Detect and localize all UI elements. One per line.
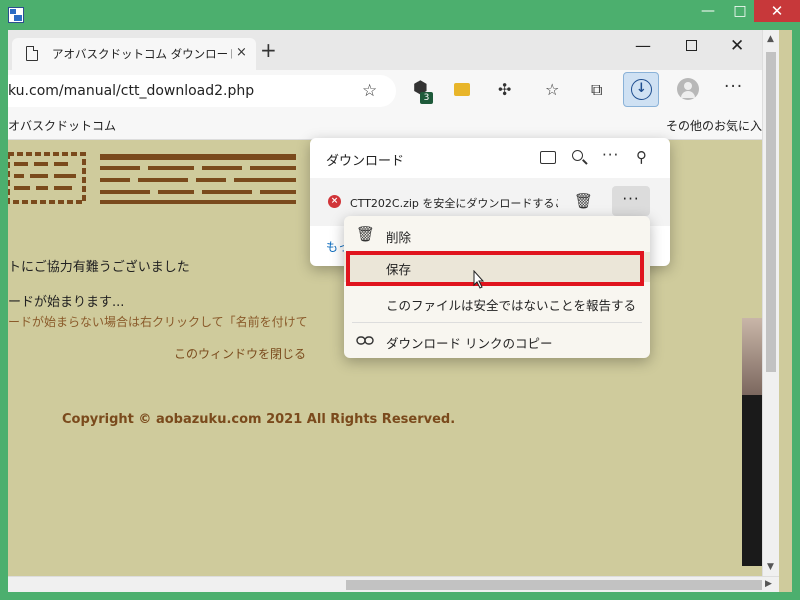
- copyright-text: Copyright © aobazuku.com 2021 All Rights…: [62, 412, 456, 427]
- open-folder-icon[interactable]: [540, 151, 556, 164]
- close-window-link[interactable]: このウィンドウを閉じる: [174, 345, 306, 362]
- download-context-menu: 🗑 削除 保存 このファイルは安全ではないことを報告する ダウンロード リンクの…: [344, 216, 650, 358]
- error-icon: ×: [328, 195, 341, 208]
- profile-avatar-icon[interactable]: [677, 78, 699, 100]
- menu-item-copy-link[interactable]: ダウンロード リンクのコピー: [344, 326, 650, 356]
- horizontal-scroll-thumb[interactable]: [346, 580, 762, 590]
- menu-item-report-unsafe[interactable]: このファイルは安全ではないことを報告する: [344, 288, 650, 318]
- downloads-title: ダウンロード: [326, 154, 405, 169]
- download-button[interactable]: ↓: [623, 72, 659, 107]
- menu-item-delete[interactable]: 🗑 削除: [344, 220, 650, 250]
- url-text[interactable]: ku.com/manual/ctt_download2.php: [8, 83, 254, 99]
- window-close-button[interactable]: ✕: [754, 0, 800, 22]
- thanks-message: トにご協力有難うございました: [8, 260, 190, 275]
- browser-close-button[interactable]: ✕: [730, 36, 744, 56]
- browser-maximize-button[interactable]: [686, 40, 697, 51]
- mouse-cursor-icon: [473, 270, 485, 289]
- toolbar: ku.com/manual/ctt_download2.php ☆ ⬢ 3 ✣ …: [8, 70, 762, 110]
- pin-icon[interactable]: ⚲: [636, 148, 647, 166]
- tab-strip: アオバスクドットコム ダウンロード有難 × + — ✕: [8, 30, 762, 70]
- search-icon[interactable]: [572, 150, 583, 161]
- download-item-more-button[interactable]: ···: [612, 186, 650, 216]
- delete-icon[interactable]: 🗑: [574, 192, 593, 210]
- tab-title: アオバスクドットコム ダウンロード有難: [52, 47, 232, 61]
- download-file-text: CTT202C.zip を安全にダウンロードすることは: [350, 197, 558, 210]
- downloads-more-button[interactable]: ···: [602, 146, 619, 164]
- browser-frame: アオバスクドットコム ダウンロード有難 × + — ✕ ku.com/manua…: [8, 30, 792, 592]
- page-icon: [26, 46, 38, 61]
- scroll-down-arrow-icon[interactable]: ▼: [767, 562, 774, 572]
- favorite-add-icon[interactable]: ☆: [362, 81, 377, 101]
- page-image-edge-dark: [742, 395, 762, 566]
- window-titlebar: — □ ✕: [0, 0, 800, 30]
- scroll-up-arrow-icon[interactable]: ▲: [767, 34, 774, 44]
- browser-minimize-button[interactable]: —: [635, 36, 651, 55]
- menu-item-delete-label: 削除: [386, 230, 412, 245]
- settings-more-button[interactable]: ···: [724, 77, 743, 97]
- scroll-right-arrow-icon[interactable]: ▶: [765, 579, 772, 589]
- address-bar[interactable]: ku.com/manual/ctt_download2.php ☆: [8, 75, 396, 107]
- download-hint-text: ードが始まらない場合は右クリックして「名前を付けて: [8, 315, 308, 329]
- window-minimize-button[interactable]: —: [692, 0, 724, 22]
- horizontal-scrollbar[interactable]: ▶: [8, 576, 779, 592]
- tab-active[interactable]: アオバスクドットコム ダウンロード有難 ×: [12, 38, 256, 70]
- menu-item-copy-link-label: ダウンロード リンクのコピー: [386, 336, 553, 351]
- extension-puzzle-icon[interactable]: ✣: [498, 80, 511, 99]
- vertical-scrollbar[interactable]: ▲ ▼: [762, 30, 779, 576]
- download-icon: ↓: [631, 79, 652, 100]
- favorites-star-icon[interactable]: ☆: [545, 80, 559, 99]
- new-tab-button[interactable]: +: [260, 38, 277, 62]
- favorite-item[interactable]: オバスクドットコム: [8, 117, 116, 134]
- extension-badge: 3: [420, 92, 433, 104]
- link-icon: [356, 336, 374, 345]
- trash-icon: 🗑: [356, 225, 376, 243]
- app-icon[interactable]: [8, 7, 24, 23]
- menu-item-report-label: このファイルは安全ではないことを報告する: [386, 298, 637, 313]
- folder-icon[interactable]: [454, 83, 470, 96]
- favorites-bar: オバスクドットコム その他のお気に入り: [8, 110, 774, 140]
- menu-separator: [352, 322, 642, 323]
- other-favorites[interactable]: その他のお気に入り: [666, 117, 774, 134]
- site-logo: [8, 152, 296, 204]
- vertical-scroll-thumb[interactable]: [766, 52, 776, 372]
- window-maximize-button[interactable]: □: [724, 0, 756, 22]
- tab-close-button[interactable]: ×: [236, 45, 247, 60]
- highlight-annotation: [346, 251, 644, 286]
- collections-icon[interactable]: ⧉: [591, 80, 602, 100]
- download-starting-text: ードが始まります...: [8, 295, 125, 310]
